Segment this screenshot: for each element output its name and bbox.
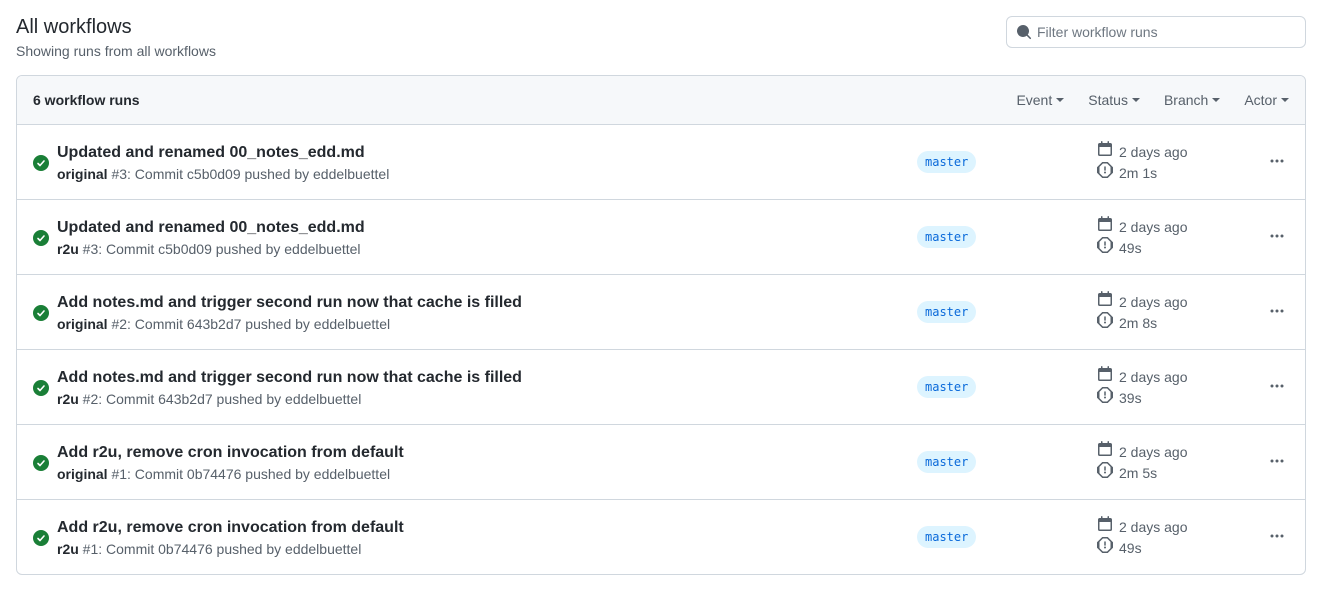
check-circle-icon: [33, 153, 57, 171]
run-row: Add notes.md and trigger second run now …: [17, 349, 1305, 424]
runs-box: 6 workflow runs Event Status Branch Acto…: [16, 75, 1306, 575]
run-time: 2 days ago: [1119, 442, 1188, 462]
run-row: Updated and renamed 00_notes_edd.md orig…: [17, 125, 1305, 199]
page-title: All workflows: [16, 16, 216, 39]
run-sub-text: #1: Commit 0b74476 pushed by eddelbuette…: [79, 541, 362, 557]
check-circle-icon: [33, 378, 57, 396]
page-subtitle: Showing runs from all workflows: [16, 43, 216, 59]
run-kebab-button[interactable]: [1265, 224, 1289, 251]
run-row: Add notes.md and trigger second run now …: [17, 274, 1305, 349]
run-duration: 49s: [1119, 538, 1142, 558]
search-input[interactable]: [1006, 16, 1306, 48]
chevron-down-icon: [1281, 98, 1289, 102]
run-subtitle: r2u #3: Commit c5b0d09 pushed by eddelbu…: [57, 241, 917, 257]
run-sub-text: #1: Commit 0b74476 pushed by eddelbuette…: [108, 466, 391, 482]
check-circle-icon: [33, 453, 57, 471]
run-sub-text: #3: Commit c5b0d09 pushed by eddelbuette…: [108, 166, 390, 182]
workflow-name[interactable]: r2u: [57, 391, 79, 407]
filter-branch[interactable]: Branch: [1164, 92, 1220, 108]
run-subtitle: original #1: Commit 0b74476 pushed by ed…: [57, 466, 917, 482]
workflow-name[interactable]: r2u: [57, 541, 79, 557]
filter-event[interactable]: Event: [1016, 92, 1064, 108]
calendar-icon: [1097, 441, 1113, 462]
workflow-name[interactable]: r2u: [57, 241, 79, 257]
run-time: 2 days ago: [1119, 517, 1188, 537]
workflow-name[interactable]: original: [57, 166, 108, 182]
runs-list: Updated and renamed 00_notes_edd.md orig…: [17, 125, 1305, 574]
calendar-icon: [1097, 141, 1113, 162]
run-title-link[interactable]: Add r2u, remove cron invocation from def…: [57, 444, 404, 461]
run-kebab-button[interactable]: [1265, 374, 1289, 401]
filter-status[interactable]: Status: [1088, 92, 1140, 108]
check-circle-icon: [33, 303, 57, 321]
search-icon: [1016, 24, 1032, 40]
stopwatch-icon: [1097, 312, 1113, 333]
check-circle-icon: [33, 228, 57, 246]
stopwatch-icon: [1097, 537, 1113, 558]
run-duration: 2m 1s: [1119, 163, 1157, 183]
run-time: 2 days ago: [1119, 292, 1188, 312]
stopwatch-icon: [1097, 387, 1113, 408]
search-container: [1006, 16, 1306, 48]
chevron-down-icon: [1132, 98, 1140, 102]
run-time: 2 days ago: [1119, 367, 1188, 387]
calendar-icon: [1097, 291, 1113, 312]
run-duration: 39s: [1119, 388, 1142, 408]
run-subtitle: original #2: Commit 643b2d7 pushed by ed…: [57, 316, 917, 332]
run-title-link[interactable]: Updated and renamed 00_notes_edd.md: [57, 219, 365, 236]
run-kebab-button[interactable]: [1265, 299, 1289, 326]
run-time: 2 days ago: [1119, 142, 1188, 162]
run-subtitle: original #3: Commit c5b0d09 pushed by ed…: [57, 166, 917, 182]
stopwatch-icon: [1097, 237, 1113, 258]
filter-actor[interactable]: Actor: [1244, 92, 1289, 108]
run-subtitle: r2u #1: Commit 0b74476 pushed by eddelbu…: [57, 541, 917, 557]
branch-chip[interactable]: master: [917, 526, 976, 548]
box-header: 6 workflow runs Event Status Branch Acto…: [17, 76, 1305, 125]
branch-chip[interactable]: master: [917, 451, 976, 473]
workflow-name[interactable]: original: [57, 466, 108, 482]
run-title-link[interactable]: Add r2u, remove cron invocation from def…: [57, 519, 404, 536]
check-circle-icon: [33, 528, 57, 546]
run-kebab-button[interactable]: [1265, 524, 1289, 551]
calendar-icon: [1097, 516, 1113, 537]
run-row: Add r2u, remove cron invocation from def…: [17, 499, 1305, 574]
chevron-down-icon: [1056, 98, 1064, 102]
workflow-name[interactable]: original: [57, 316, 108, 332]
run-sub-text: #2: Commit 643b2d7 pushed by eddelbuette…: [108, 316, 391, 332]
run-sub-text: #3: Commit c5b0d09 pushed by eddelbuette…: [79, 241, 361, 257]
branch-chip[interactable]: master: [917, 226, 976, 248]
stopwatch-icon: [1097, 162, 1113, 183]
branch-chip[interactable]: master: [917, 301, 976, 323]
run-row: Add r2u, remove cron invocation from def…: [17, 424, 1305, 499]
run-sub-text: #2: Commit 643b2d7 pushed by eddelbuette…: [79, 391, 362, 407]
filter-actor-label: Actor: [1244, 92, 1277, 108]
run-kebab-button[interactable]: [1265, 449, 1289, 476]
run-title-link[interactable]: Add notes.md and trigger second run now …: [57, 369, 522, 386]
run-duration: 2m 8s: [1119, 313, 1157, 333]
calendar-icon: [1097, 216, 1113, 237]
run-duration: 49s: [1119, 238, 1142, 258]
stopwatch-icon: [1097, 462, 1113, 483]
run-row: Updated and renamed 00_notes_edd.md r2u …: [17, 199, 1305, 274]
branch-chip[interactable]: master: [917, 376, 976, 398]
run-time: 2 days ago: [1119, 217, 1188, 237]
run-title-link[interactable]: Updated and renamed 00_notes_edd.md: [57, 144, 365, 161]
run-subtitle: r2u #2: Commit 643b2d7 pushed by eddelbu…: [57, 391, 917, 407]
run-count-label: 6 workflow runs: [33, 92, 140, 108]
chevron-down-icon: [1212, 98, 1220, 102]
calendar-icon: [1097, 366, 1113, 387]
branch-chip[interactable]: master: [917, 151, 976, 173]
filter-status-label: Status: [1088, 92, 1128, 108]
filter-branch-label: Branch: [1164, 92, 1208, 108]
run-duration: 2m 5s: [1119, 463, 1157, 483]
run-title-link[interactable]: Add notes.md and trigger second run now …: [57, 294, 522, 311]
run-kebab-button[interactable]: [1265, 149, 1289, 176]
filter-event-label: Event: [1016, 92, 1052, 108]
